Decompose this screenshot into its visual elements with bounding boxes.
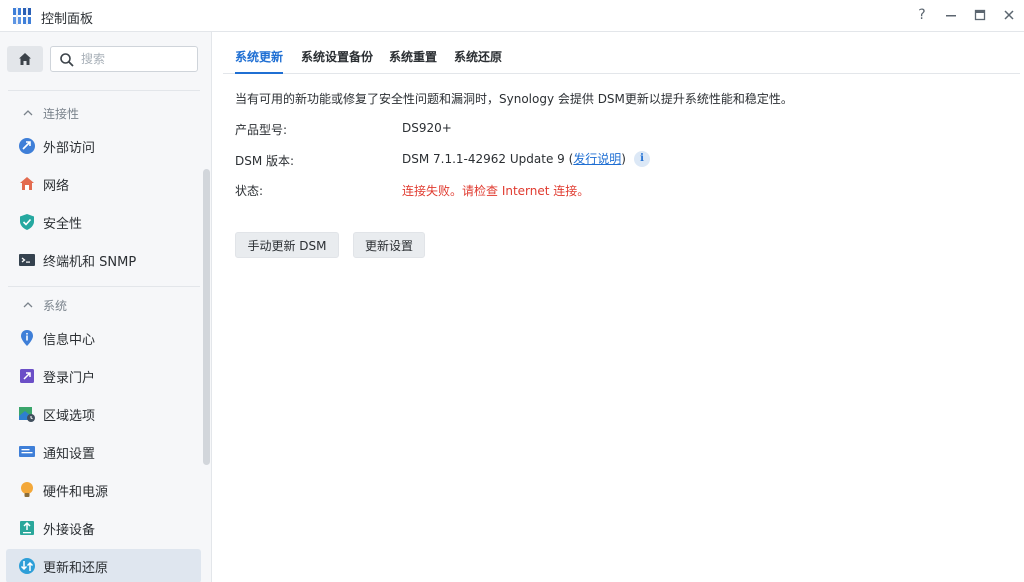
control-panel-app-icon: [13, 7, 31, 25]
external-devices-icon: [18, 519, 36, 537]
dsm-version-text: DSM 7.1.1-42962 Update 9 (: [402, 151, 574, 166]
section-header-label: 连接性: [43, 106, 80, 121]
update-notice: 当有可用的新功能或修复了安全性问题和漏洞时，Synology 会提供 DSM更新…: [235, 92, 793, 106]
sidebar-item-security[interactable]: 安全性: [6, 205, 201, 239]
sidebar-item-external-access[interactable]: 外部访问: [6, 129, 201, 163]
model-label: 产品型号:: [235, 123, 288, 137]
security-shield-icon: [18, 213, 36, 231]
sidebar-item-label: 登录门户: [43, 370, 96, 386]
notification-icon: [18, 443, 36, 461]
sidebar-item-label: 硬件和电源: [43, 484, 109, 500]
dsm-version-close: ): [621, 151, 626, 166]
sidebar-item-network[interactable]: 网络: [6, 167, 201, 201]
dsm-version-label: DSM 版本:: [235, 154, 295, 168]
info-center-icon: [18, 329, 36, 347]
sidebar-item-label: 区域选项: [43, 408, 96, 424]
sidebar-item-label: 安全性: [43, 216, 83, 232]
status-label: 状态:: [235, 184, 264, 198]
sidebar: 连接性 外部访问 网络 安全性 终端机和 SNMP 系统 信息中心: [0, 32, 212, 582]
terminal-icon: [18, 251, 36, 269]
sidebar-divider: [8, 90, 200, 91]
update-settings-button[interactable]: 更新设置: [353, 232, 425, 258]
sidebar-item-label: 更新和还原: [43, 560, 109, 576]
sidebar-item-label: 通知设置: [43, 446, 96, 462]
tab-bar: 系统更新 系统设置备份 系统重置 系统还原: [223, 40, 1020, 74]
section-header-connectivity[interactable]: 连接性: [22, 104, 79, 122]
chevron-up-icon: [23, 110, 33, 116]
sidebar-divider: [8, 286, 200, 287]
network-icon: [18, 175, 36, 193]
sidebar-item-label: 终端机和 SNMP: [43, 254, 137, 270]
maximize-icon: [974, 9, 986, 21]
sidebar-item-hardware-power[interactable]: 硬件和电源: [6, 473, 201, 507]
login-portal-icon: [18, 367, 36, 385]
search-icon: [60, 53, 74, 67]
sidebar-item-external-devices[interactable]: 外接设备: [6, 511, 201, 545]
help-button[interactable]: ?: [910, 4, 934, 26]
title-bar: 控制面板 ?: [0, 0, 1024, 32]
regional-options-icon: [18, 405, 36, 423]
chevron-up-icon: [23, 302, 33, 308]
sidebar-item-info-center[interactable]: 信息中心: [6, 321, 201, 355]
section-header-system[interactable]: 系统: [22, 296, 67, 314]
sidebar-item-regional-options[interactable]: 区域选项: [6, 397, 201, 431]
sidebar-scrollbar[interactable]: [203, 169, 210, 465]
minimize-button[interactable]: [939, 4, 963, 26]
sidebar-item-update-restore[interactable]: 更新和还原: [6, 549, 201, 582]
close-button[interactable]: [997, 4, 1021, 26]
tab-system-reset[interactable]: 系统重置: [389, 48, 437, 74]
tab-system-restore[interactable]: 系统还原: [454, 48, 502, 74]
release-notes-link[interactable]: 发行说明: [573, 150, 621, 167]
window-title: 控制面板: [41, 12, 94, 27]
model-value: DS920+: [402, 121, 452, 135]
dsm-version-value: DSM 7.1.1-42962 Update 9 (发行说明) i: [402, 150, 650, 167]
sidebar-item-label: 外接设备: [43, 522, 96, 538]
search-input[interactable]: [81, 50, 193, 68]
hardware-power-icon: [18, 481, 36, 499]
sidebar-item-terminal-snmp[interactable]: 终端机和 SNMP: [6, 243, 201, 277]
tab-system-update[interactable]: 系统更新: [235, 48, 284, 74]
minimize-icon: [946, 15, 956, 17]
sidebar-item-label: 外部访问: [43, 140, 96, 156]
tab-config-backup[interactable]: 系统设置备份: [301, 48, 373, 74]
search-box[interactable]: [50, 46, 198, 72]
section-header-label: 系统: [43, 298, 68, 313]
status-value: 连接失败。请检查 Internet 连接。: [402, 184, 590, 198]
home-icon: [19, 53, 31, 65]
main-panel: 系统更新 系统设置备份 系统重置 系统还原 当有可用的新功能或修复了安全性问题和…: [213, 32, 1024, 582]
sidebar-item-label: 网络: [43, 178, 70, 194]
home-button[interactable]: [7, 46, 43, 72]
sidebar-item-notifications[interactable]: 通知设置: [6, 435, 201, 469]
close-icon: [1004, 10, 1014, 20]
external-access-icon: [18, 137, 36, 155]
sidebar-item-login-portal[interactable]: 登录门户: [6, 359, 201, 393]
manual-update-dsm-button[interactable]: 手动更新 DSM: [235, 232, 339, 258]
maximize-button[interactable]: [968, 4, 992, 26]
update-restore-icon: [18, 557, 36, 575]
info-icon[interactable]: i: [633, 150, 650, 167]
sidebar-item-label: 信息中心: [43, 332, 96, 348]
